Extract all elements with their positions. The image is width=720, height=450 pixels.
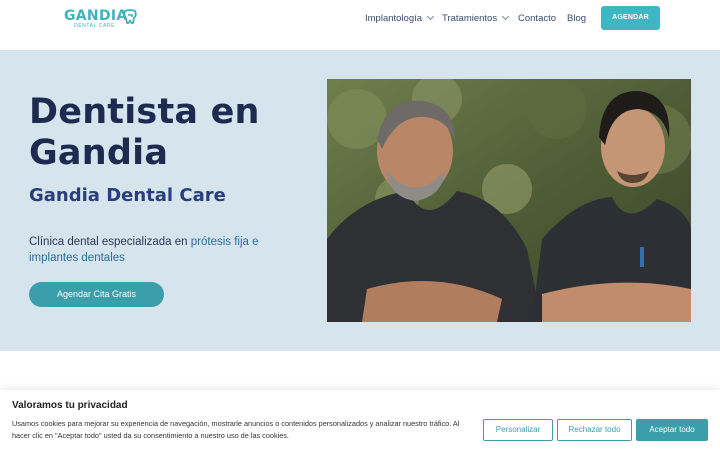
hero-desc-text: Clínica dental especializada en [29,236,191,248]
logo-tagline: DENTAL CARE [74,23,116,29]
accept-cookies-button[interactable]: Aceptar todo [636,419,708,441]
hero-subtitle: Gandia Dental Care [29,185,226,206]
dentists-illustration [327,79,691,322]
hero-description: Clínica dental especializada en prótesis… [29,234,279,266]
dentists-photo [327,79,691,322]
nav-label: Contacto [518,13,557,24]
nav-item-tratamientos[interactable]: Tratamientos [442,12,510,26]
logo-wordmark: GANDIA [64,8,128,24]
nav-item-contacto[interactable]: Contacto [518,12,556,26]
brand-logo[interactable]: GANDIA DENTAL CARE [64,8,140,32]
nav-label: Tratamientos [442,13,498,24]
agendar-button[interactable]: AGENDAR [601,6,660,30]
nav-item-implantologia[interactable]: Implantología [365,12,435,26]
nav-item-blog[interactable]: Blog [567,12,586,26]
cookie-title: Valoramos tu privacidad [12,400,128,411]
cookie-text: Usamos cookies para mejorar su experienc… [12,419,460,440]
chevron-down-icon [427,12,435,21]
nav-label: Implantología [365,13,423,24]
tooth-logo-icon [123,9,137,25]
nav-label: Blog [567,13,587,24]
customize-cookies-button[interactable]: Personalizar [483,419,553,441]
hero-title: Dentista en Gandia [29,92,260,173]
site-header: GANDIA DENTAL CARE Implantología Tratami… [0,0,720,50]
reject-cookies-button[interactable]: Rechazar todo [557,419,632,441]
cookie-banner: Valoramos tu privacidad Usamos cookies p… [0,390,720,450]
chevron-down-icon [502,12,510,21]
book-appointment-button[interactable]: Agendar Cita Gratis [29,282,164,307]
